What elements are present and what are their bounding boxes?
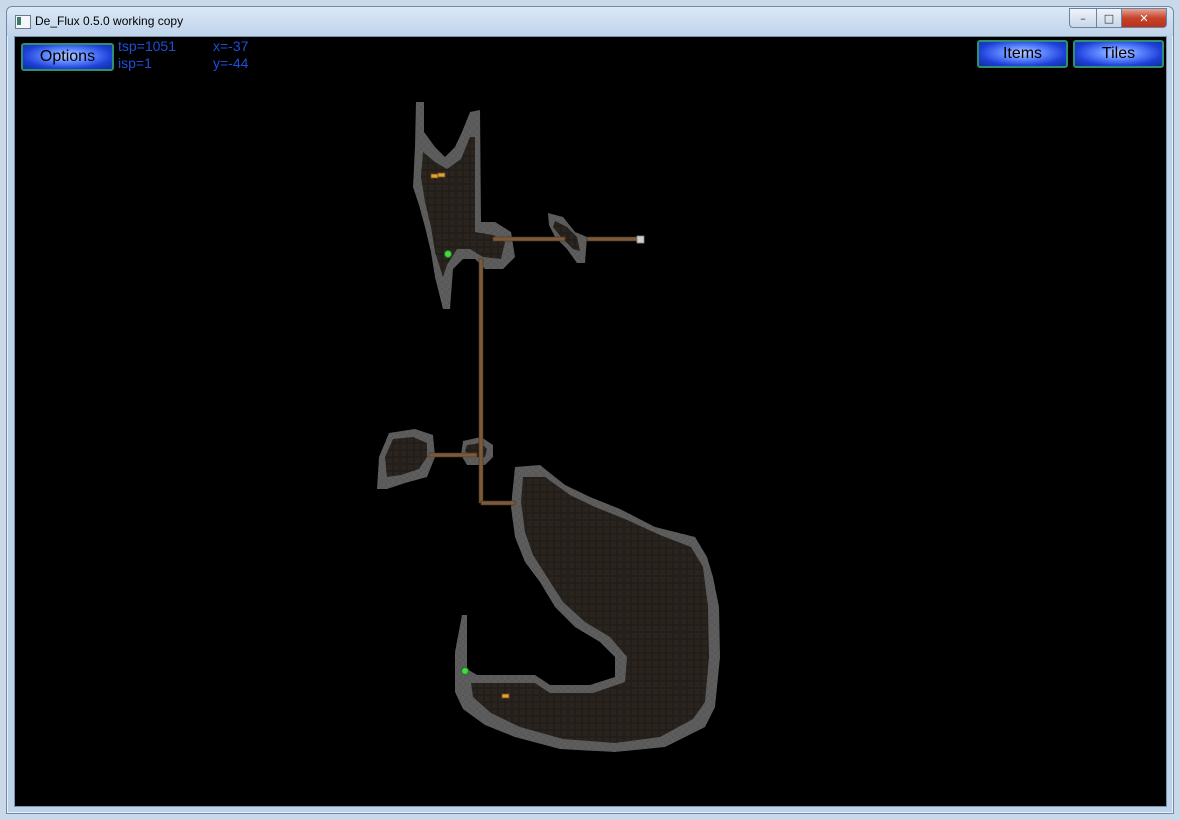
treasure-icon[interactable] (437, 172, 446, 178)
window-title: De_Flux 0.5.0 working copy (35, 14, 184, 28)
x-coordinate: x=-37 (213, 38, 249, 54)
corridor-vertical (478, 258, 484, 504)
app-window: De_Flux 0.5.0 working copy – □ ✕ Options… (6, 6, 1174, 814)
corridor-west (428, 452, 478, 458)
tsp-readout: tsp=1051 (118, 38, 176, 54)
items-button[interactable]: Items (977, 40, 1068, 68)
cave-floors (385, 137, 709, 743)
game-viewport[interactable]: Options tsp=1051 isp=1 x=-37 y=-44 Items… (14, 36, 1167, 807)
app-icon (15, 15, 31, 29)
tiles-button[interactable]: Tiles (1073, 40, 1164, 68)
door-icon[interactable] (636, 235, 645, 244)
corridors (428, 236, 638, 506)
dungeon-map[interactable] (15, 37, 1166, 806)
green-orb-icon[interactable] (461, 667, 469, 675)
south-cave-floor (471, 477, 709, 743)
close-button[interactable]: ✕ (1122, 8, 1167, 28)
title-bar[interactable]: De_Flux 0.5.0 working copy – □ ✕ (7, 7, 1173, 36)
corridor-east-1 (492, 236, 566, 242)
green-orb-icon[interactable] (444, 250, 452, 258)
isp-readout: isp=1 (118, 55, 152, 71)
y-coordinate: y=-44 (213, 55, 249, 71)
options-button[interactable]: Options (21, 43, 114, 71)
treasure-icon[interactable] (501, 693, 510, 699)
maximize-button[interactable]: □ (1097, 8, 1122, 28)
corridor-south (480, 500, 516, 506)
treasure-icon[interactable] (430, 173, 439, 179)
corridor-east-2 (586, 236, 638, 242)
minimize-button[interactable]: – (1069, 8, 1097, 28)
